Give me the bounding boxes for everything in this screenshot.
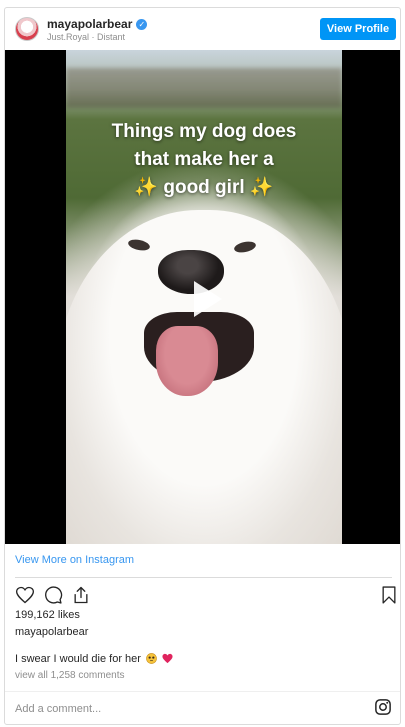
overlay-line-3: ✨ good girl ✨ (66, 174, 342, 202)
view-profile-button[interactable]: View Profile (320, 18, 396, 40)
avatar[interactable] (15, 17, 39, 41)
post-owner[interactable]: mayapolarbear (15, 626, 88, 638)
overlay-line-1: Things my dog does (111, 121, 297, 142)
username[interactable]: mayapolarbear (47, 17, 132, 31)
divider (5, 691, 400, 692)
post-caption: I swear I would die for her (15, 653, 173, 665)
divider (15, 577, 392, 578)
username-row: mayapolarbear ✓ (47, 17, 148, 31)
comment-icon[interactable] (43, 585, 63, 605)
red-heart-icon (162, 653, 173, 664)
sparkle-icon: ✨ (249, 177, 274, 198)
heart-icon[interactable] (15, 585, 35, 605)
instagram-icon[interactable] (374, 698, 392, 716)
pleading-face-icon (146, 653, 157, 664)
bookmark-icon[interactable] (379, 585, 399, 605)
view-all-comments-link[interactable]: view all 1,258 comments (15, 670, 125, 681)
instagram-embed-card: mayapolarbear ✓ Just.Royal · Distant Vie… (4, 7, 401, 725)
like-count[interactable]: 199,162 likes (15, 609, 80, 621)
play-icon[interactable] (182, 275, 230, 323)
background-trees (66, 68, 342, 108)
sparkle-icon: ✨ (134, 177, 159, 198)
video-caption-overlay: Things my dog does that make her a ✨ goo… (66, 118, 342, 202)
post-header: mayapolarbear ✓ Just.Royal · Distant Vie… (5, 8, 400, 50)
overlay-line-2: that make her a (134, 149, 274, 170)
action-bar (13, 585, 396, 607)
dog-tongue (156, 326, 218, 396)
view-more-link[interactable]: View More on Instagram (15, 554, 134, 566)
add-comment-input[interactable] (15, 700, 355, 718)
video-player[interactable]: Things my dog does that make her a ✨ goo… (5, 50, 400, 544)
verified-icon: ✓ (136, 18, 148, 30)
location-text[interactable]: Just.Royal · Distant (47, 32, 125, 42)
caption-text: I swear I would die for her (15, 653, 141, 665)
share-icon[interactable] (71, 585, 91, 605)
overlay-line-3-text: good girl (163, 177, 245, 198)
